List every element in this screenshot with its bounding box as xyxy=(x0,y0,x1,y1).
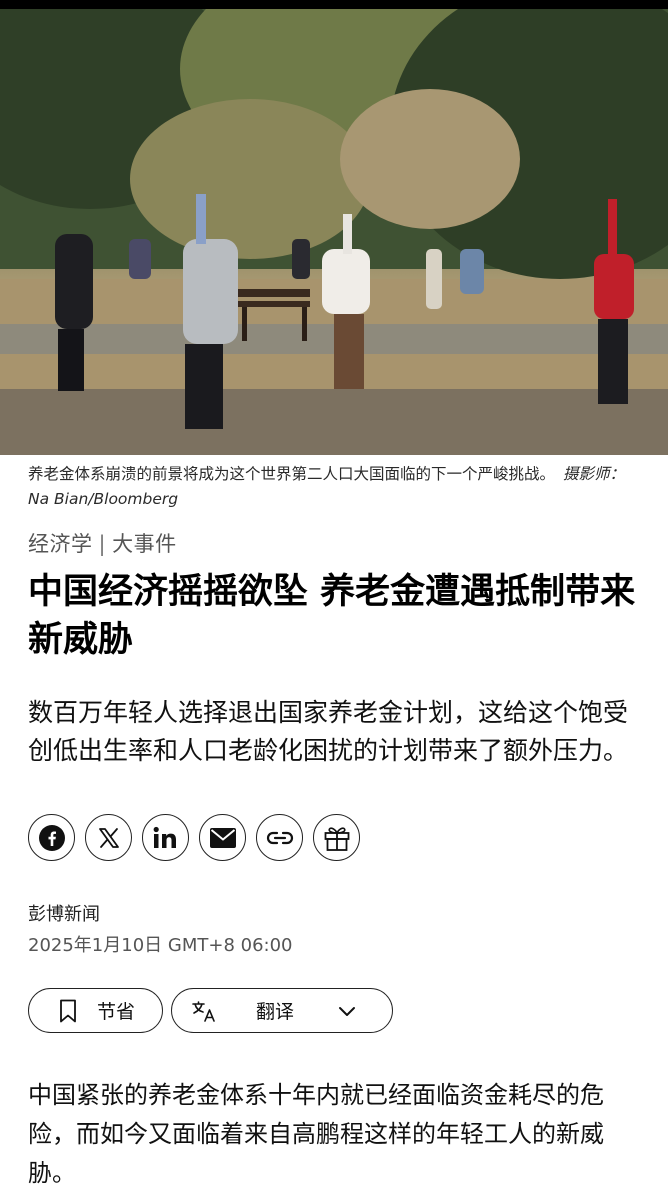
article-body-paragraph: 中国紧张的养老金体系十年内就已经面临资金耗尽的危险，而如今又面临着来自高鹏程这样… xyxy=(28,1081,604,1187)
section-link[interactable]: 经济学 xyxy=(28,532,93,556)
share-linkedin-button[interactable] xyxy=(142,814,189,861)
x-icon xyxy=(98,827,119,848)
linkedin-icon xyxy=(153,826,176,848)
breadcrumb-separator: | xyxy=(98,532,107,556)
bookmark-button[interactable]: 节省 xyxy=(28,988,163,1033)
hero-photo xyxy=(0,9,668,455)
share-facebook-button[interactable] xyxy=(28,814,75,861)
gift-article-button[interactable] xyxy=(313,814,360,861)
translate-icon xyxy=(192,1000,215,1022)
status-bar xyxy=(0,0,668,9)
chevron-down-icon xyxy=(339,1006,356,1016)
email-icon xyxy=(209,827,236,848)
translate-label: 翻译 xyxy=(256,1001,295,1023)
copy-link-button[interactable] xyxy=(256,814,303,861)
share-email-button[interactable] xyxy=(199,814,246,861)
subsection-link[interactable]: 大事件 xyxy=(112,532,177,556)
bookmark-icon xyxy=(60,999,76,1022)
translate-dropdown[interactable]: 翻译 xyxy=(171,988,393,1033)
bookmark-label: 节省 xyxy=(97,1001,136,1023)
gift-icon xyxy=(324,826,349,851)
photo-caption: 养老金体系崩溃的前景将成为这个世界第二人口大国面临的下一个严峻挑战。 摄影师：Na… xyxy=(28,462,640,512)
article-source: 彭博新闻 xyxy=(28,904,100,925)
section-breadcrumb: 经济学 | 大事件 xyxy=(28,528,177,558)
caption-text: 养老金体系崩溃的前景将成为这个世界第二人口大国面临的下一个严峻挑战。 xyxy=(28,465,556,483)
share-x-button[interactable] xyxy=(85,814,132,861)
article-headline: 中国经济摇摇欲坠 养老金遭遇抵制带来新威胁 xyxy=(28,572,636,660)
facebook-icon xyxy=(38,824,65,851)
link-icon xyxy=(266,831,293,844)
share-bar xyxy=(28,814,360,861)
article-dek: 数百万年轻人选择退出国家养老金计划，这给这个饱受创低出生率和人口老龄化困扰的计划… xyxy=(28,698,629,765)
article-date: 2025年1月10日 GMT+8 06:00 xyxy=(28,935,293,956)
